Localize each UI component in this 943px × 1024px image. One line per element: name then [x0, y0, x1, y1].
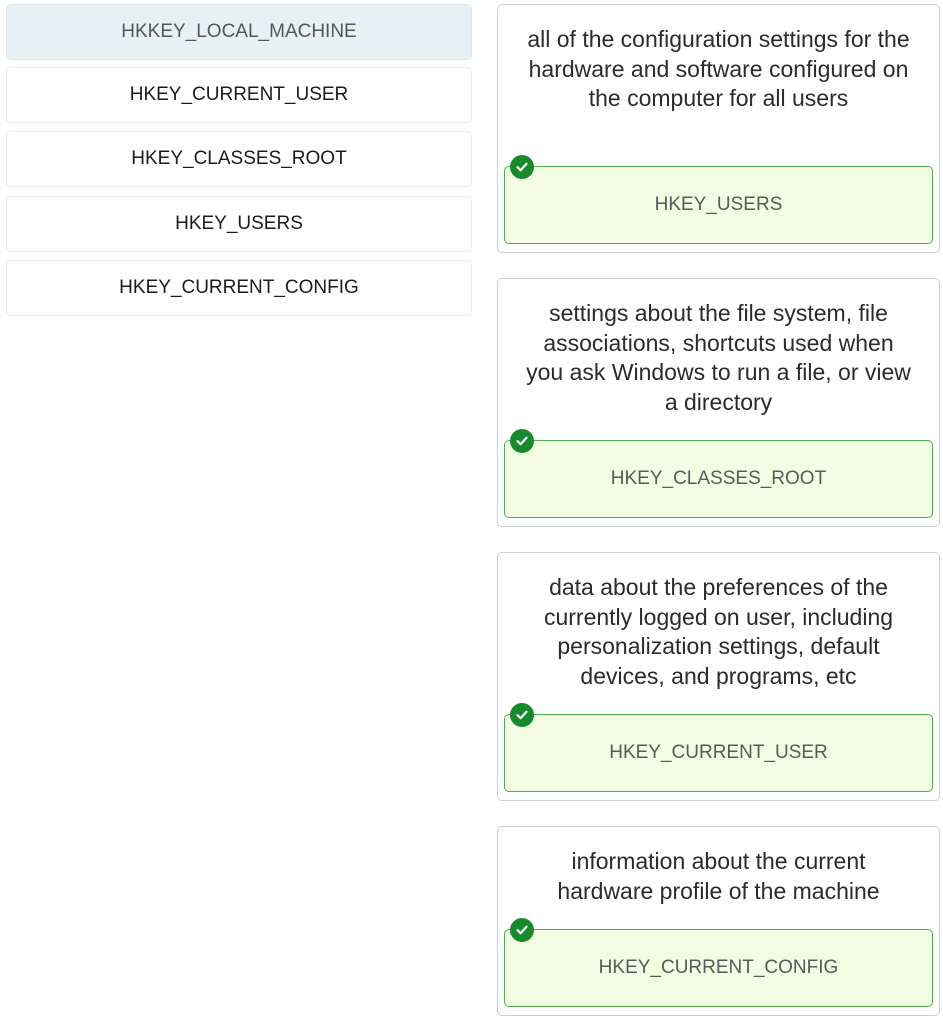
- option-label: HKEY_CURRENT_CONFIG: [119, 277, 359, 298]
- match-card: settings about the file system, file ass…: [497, 278, 940, 527]
- option-label: HKEY_USERS: [175, 213, 303, 234]
- option-hkey-classes-root[interactable]: HKEY_CLASSES_ROOT: [6, 131, 472, 187]
- card-description: information about the current hardware p…: [557, 848, 880, 904]
- option-label: HKEY_CLASSES_ROOT: [131, 148, 347, 169]
- match-card: all of the configuration settings for th…: [497, 4, 940, 253]
- card-description: all of the configuration settings for th…: [527, 26, 910, 111]
- check-circle-icon: [510, 703, 534, 727]
- option-hkey-users[interactable]: HKEY_USERS: [6, 196, 472, 252]
- option-hkey-local-machine[interactable]: HKKEY_LOCAL_MACHINE: [6, 4, 472, 60]
- match-card: data about the preferences of the curren…: [497, 552, 940, 801]
- option-hkey-current-config[interactable]: HKEY_CURRENT_CONFIG: [6, 260, 472, 316]
- drop-zone-answer: HKEY_CLASSES_ROOT: [610, 468, 827, 489]
- option-hkey-current-user[interactable]: HKEY_CURRENT_USER: [6, 67, 472, 123]
- drop-zone[interactable]: HKEY_CURRENT_CONFIG: [504, 918, 933, 1007]
- card-description: data about the preferences of the curren…: [543, 574, 894, 689]
- option-label: HKEY_CURRENT_USER: [129, 84, 349, 105]
- drop-zone-answer: HKEY_USERS: [654, 194, 783, 215]
- drop-zone[interactable]: HKEY_CLASSES_ROOT: [504, 429, 933, 518]
- card-description: settings about the file system, file ass…: [526, 300, 911, 415]
- drop-zone-answer: HKEY_CURRENT_CONFIG: [598, 957, 839, 978]
- match-card: information about the current hardware p…: [497, 826, 940, 1016]
- drop-zone-answer: HKEY_CURRENT_USER: [609, 742, 828, 763]
- check-circle-icon: [510, 155, 534, 179]
- drop-zone[interactable]: HKEY_USERS: [504, 155, 933, 244]
- drop-zone[interactable]: HKEY_CURRENT_USER: [504, 703, 933, 792]
- check-circle-icon: [510, 918, 534, 942]
- option-label: HKKEY_LOCAL_MACHINE: [121, 21, 357, 42]
- check-circle-icon: [510, 429, 534, 453]
